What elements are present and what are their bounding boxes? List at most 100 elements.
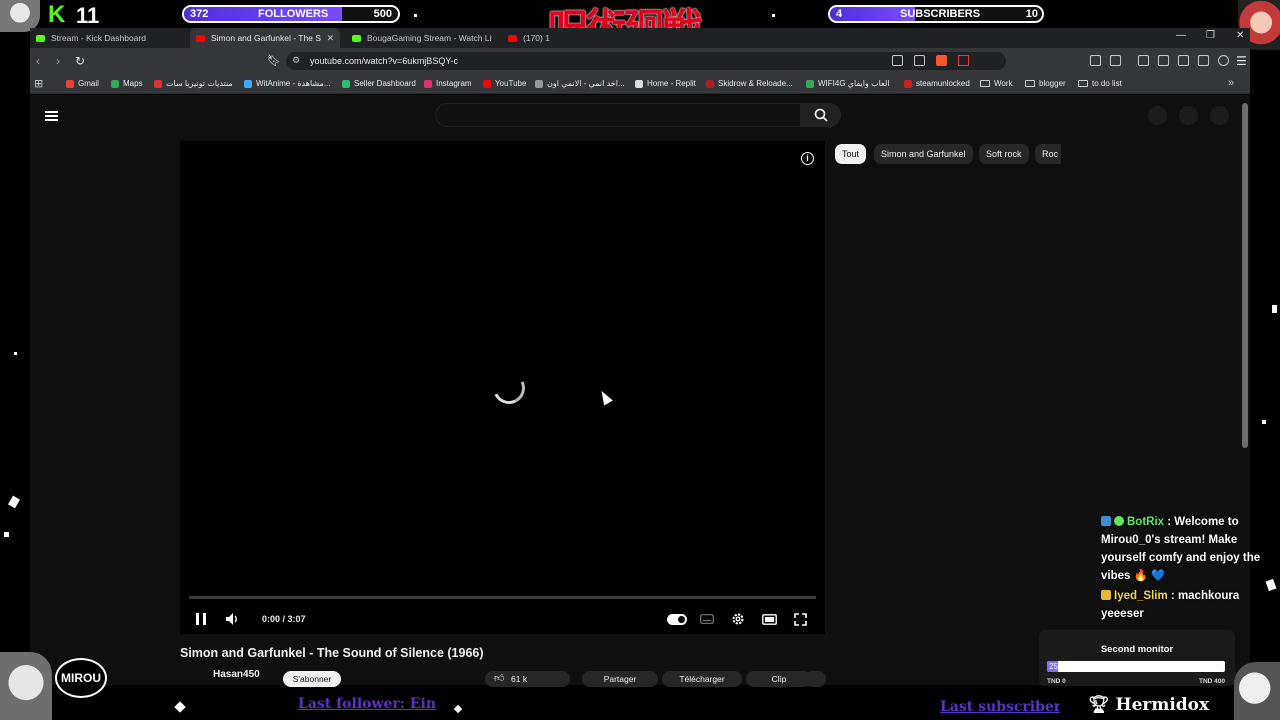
bookmark-instagram[interactable]: Instagram [424, 79, 472, 88]
loading-spinner-icon [488, 367, 530, 409]
youtube-icon [483, 79, 491, 88]
bookmark-wifi4g[interactable]: WIFI4G العاب وايفاي [806, 79, 890, 88]
wallet-icon[interactable] [1178, 55, 1189, 66]
chip-simon-and-garfunkel[interactable]: Simon and Garfunkel [874, 144, 973, 164]
search-input[interactable] [435, 103, 801, 127]
more-bookmarks-icon[interactable]: » [1228, 77, 1234, 89]
fullscreen-button[interactable] [791, 610, 809, 628]
bookmark-steamunlocked[interactable]: steamunlocked [904, 79, 970, 88]
bookmark-seller-dashboard[interactable]: Seller Dashboard [342, 79, 416, 88]
subscribers-current: 4 [836, 8, 843, 20]
bookmark-page-icon[interactable]: 🔖︎ [267, 54, 281, 67]
apps-grid-icon[interactable]: ⊞ [34, 77, 43, 90]
video-player[interactable]: i 0:00 / 3:07 [180, 141, 825, 634]
tab-title: Stream - Kick Dashboard [51, 33, 146, 43]
browser-tab-bar: Stream - Kick Dashboard Simon and Garfun… [30, 28, 1250, 48]
minimize-icon[interactable]: — [1176, 30, 1186, 41]
volume-icon [226, 613, 237, 625]
snow-particle [8, 495, 20, 509]
bookmark-folder-blogger[interactable]: blogger [1025, 79, 1066, 88]
share-icon[interactable] [914, 55, 925, 66]
youtube-page: i 0:00 / 3:07 Tout Simon and Garfunkel S… [30, 95, 1250, 687]
video-title: Simon and Garfunkel - The Sound of Silen… [180, 646, 484, 660]
bookmark-folder-todo[interactable]: to do list [1078, 79, 1122, 88]
stream-chat-overlay: BotRix : Welcome to Mirou0_0's stream! M… [1101, 513, 1271, 623]
kick-favicon-icon [352, 34, 361, 42]
bookmark-youtube[interactable]: YouTube [483, 79, 526, 88]
search-button[interactable] [801, 103, 841, 127]
ai-icon[interactable] [1198, 55, 1209, 66]
kick-favicon-icon [36, 34, 45, 42]
channel-name[interactable]: Hasan450 [213, 669, 260, 680]
tab-kick-dashboard[interactable]: Stream - Kick Dashboard [30, 28, 180, 48]
account-avatar[interactable] [1210, 106, 1229, 125]
restore-icon[interactable]: ❐ [1206, 30, 1215, 41]
bookmark-witanime[interactable]: WitAnime - مشاهدة... [244, 79, 330, 88]
window-close-icon[interactable]: ✕ [1236, 30, 1244, 41]
last-follower-text: Last follower: Ein [298, 696, 437, 712]
settings-button[interactable] [729, 610, 747, 628]
vpn-icon[interactable] [1218, 55, 1229, 66]
miniplayer-icon [761, 613, 777, 625]
bookmark-anime-site[interactable]: اخد انمي - الانمي اون... [535, 79, 625, 88]
tab-title: Simon and Garfunkel - The Sound [211, 33, 321, 43]
info-icon[interactable]: i [801, 152, 814, 165]
tab-bougagaming[interactable]: BougaGaming Stream - Watch Live o [346, 28, 496, 48]
chat-message: BotRix : Welcome to Mirou0_0's stream! M… [1101, 516, 1261, 582]
download-button[interactable]: Télécharger [662, 671, 742, 687]
goal-max: TND 400 [1198, 678, 1225, 685]
back-icon[interactable]: ‹ [36, 54, 40, 68]
stream-overlay-top: K 11 372 FOLLOWERS 500 呪術廻戦 4 SUBSCRIBER… [0, 0, 1280, 50]
bookmark-folder-work[interactable]: Work [980, 79, 1013, 88]
tab-close-icon[interactable]: ✕ [326, 33, 334, 44]
theater-mode-button[interactable] [760, 610, 778, 628]
volume-button[interactable] [225, 610, 241, 628]
brave-shield-icon[interactable] [936, 55, 947, 66]
like-button[interactable]: 👍︎ 61 k [485, 671, 570, 687]
notifications-icon[interactable] [1179, 106, 1198, 125]
bookmark-tunisia-sat[interactable]: منتديات تونيزيا سات [154, 79, 233, 88]
chip-rock[interactable]: Roc [1035, 144, 1061, 164]
music-icon[interactable] [1138, 55, 1149, 66]
subscribers-target: 10 [1025, 8, 1038, 20]
site-info-icon[interactable]: ⚙︎ [292, 55, 300, 66]
forward-icon[interactable]: › [56, 54, 60, 68]
menu-icon[interactable]: ☰ [1236, 54, 1247, 68]
chip-soft-rock[interactable]: Soft rock [979, 144, 1029, 164]
tab-youtube-170[interactable]: (170) 1 [502, 28, 562, 48]
guide-menu-icon[interactable] [45, 111, 58, 121]
clip-button[interactable]: Clip [746, 671, 812, 687]
cast-icon[interactable] [892, 55, 903, 66]
pause-icon [196, 613, 206, 625]
bookmark-skidrow[interactable]: Skidrow & Reloade... [706, 79, 793, 88]
reload-icon[interactable]: ↻ [75, 54, 85, 68]
bookmark-replit[interactable]: Home - Replit [635, 79, 696, 88]
bookmark-gmail[interactable]: Gmail [66, 79, 99, 88]
chip-all[interactable]: Tout [835, 144, 867, 164]
create-icon[interactable] [1148, 106, 1167, 125]
search-icon [814, 108, 828, 122]
pause-button[interactable] [194, 610, 208, 628]
autoplay-toggle[interactable] [666, 610, 688, 628]
url-text: youtube.com/watch?v=6ukmjBSQY-c [310, 56, 458, 66]
puzzle-extension-icon[interactable] [1090, 55, 1101, 66]
mirou-logo: MIROU [55, 658, 107, 698]
goal-bar: 25 [1047, 661, 1225, 672]
bookmark-maps[interactable]: Maps [111, 79, 143, 88]
more-actions-button[interactable] [804, 671, 826, 687]
goal-min: TND 0 [1047, 678, 1066, 685]
subtitles-button[interactable] [698, 610, 716, 628]
progress-bar[interactable] [189, 596, 816, 599]
share-button[interactable]: Partager [582, 671, 658, 687]
sidebar-icon[interactable] [1158, 55, 1169, 66]
browser-toolbar: ‹ › ↻ 🔖︎ ⚙︎ youtube.com/watch?v=6ukmjBSQ… [30, 48, 1250, 74]
verified-badge-icon [1114, 516, 1124, 526]
maps-icon [111, 79, 119, 88]
screenshot-icon[interactable] [1110, 55, 1121, 66]
subscribe-button[interactable]: S'abonner [283, 671, 341, 687]
tab-youtube-active[interactable]: Simon and Garfunkel - The Sound ✕ [190, 28, 340, 48]
last-subscriber-text: Last subscriber: Ein [940, 699, 1060, 715]
page-scrollbar[interactable] [1242, 103, 1248, 448]
brave-rewards-icon[interactable] [958, 55, 969, 66]
forum-icon [154, 79, 162, 88]
